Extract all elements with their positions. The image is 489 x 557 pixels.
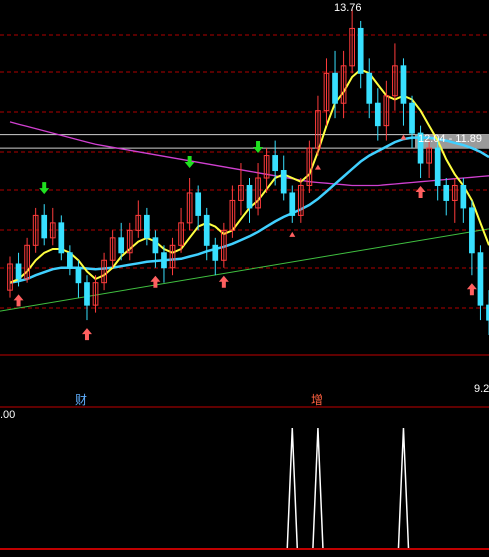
sell-arrow-icon <box>184 156 195 168</box>
stock-chart[interactable]: 13.76 12.04 - 11.89 财 增 9.2 .00 <box>0 0 489 552</box>
candle <box>7 256 13 298</box>
candle-body <box>67 252 73 269</box>
candle-body <box>75 267 82 284</box>
candle <box>58 215 65 261</box>
candle-body <box>409 102 415 134</box>
candle <box>212 237 219 276</box>
candle <box>280 155 287 201</box>
signal-marker <box>314 164 321 170</box>
price-grid <box>0 34 489 550</box>
sell-arrow-icon <box>253 141 264 154</box>
candle-body <box>212 244 219 261</box>
candle <box>169 237 176 276</box>
candle-body <box>357 27 364 74</box>
candle <box>469 200 475 276</box>
candle-body <box>366 72 373 104</box>
candle <box>101 252 107 291</box>
candle-body <box>280 170 287 194</box>
buy-arrow-icon <box>218 275 229 288</box>
candle-body <box>374 102 381 127</box>
signal-marker <box>289 231 296 237</box>
candle <box>434 140 441 201</box>
candle <box>144 207 150 246</box>
candlesticks[interactable] <box>7 8 489 336</box>
candle <box>186 178 193 231</box>
candle <box>383 80 390 141</box>
candle-body <box>15 263 22 280</box>
ma-long-line <box>9 121 489 187</box>
high-price-label: 13.76 <box>334 2 362 14</box>
candle-body <box>84 282 90 306</box>
marker-zeng: 增 <box>311 393 323 407</box>
candle <box>323 58 330 126</box>
candle <box>297 178 304 223</box>
oscillator-panel <box>286 427 410 549</box>
candle <box>92 275 99 313</box>
candle <box>246 178 253 223</box>
oscillator-spike <box>397 427 410 549</box>
buy-arrow-icon <box>81 328 92 341</box>
oscillator-spike <box>286 427 299 549</box>
candle <box>392 43 398 111</box>
candle-body <box>289 192 296 216</box>
candle-body <box>144 214 150 239</box>
candle <box>229 185 236 238</box>
candle-body <box>161 252 167 269</box>
candle <box>49 207 56 246</box>
candle <box>443 178 450 216</box>
candle <box>451 178 458 223</box>
ma-short-line <box>9 68 489 284</box>
candle <box>357 20 364 89</box>
candle-body <box>400 65 407 104</box>
buy-arrow-icon <box>466 283 477 296</box>
candle-body <box>332 72 338 104</box>
candle <box>109 230 116 268</box>
candle <box>374 88 381 141</box>
candle <box>135 200 142 238</box>
candle <box>289 185 296 223</box>
candle <box>366 58 373 119</box>
candle <box>126 222 133 261</box>
candle-body <box>41 214 48 239</box>
candle-body <box>443 184 450 201</box>
candle-body <box>469 207 475 254</box>
candle <box>24 237 30 283</box>
candle <box>161 245 167 283</box>
moving-average-lines <box>9 68 489 284</box>
candle <box>67 245 73 276</box>
candle-body <box>246 184 253 209</box>
trendline <box>0 228 489 312</box>
signal-marker <box>400 134 407 140</box>
buy-arrow-icon <box>13 294 24 307</box>
candle-body <box>118 237 125 254</box>
candle <box>340 50 347 119</box>
buy-arrow-icon <box>415 186 426 198</box>
candle <box>75 260 82 298</box>
candle-body <box>58 222 65 254</box>
candle-body <box>203 214 210 246</box>
sell-arrow-icon <box>39 182 50 195</box>
candle <box>477 245 484 321</box>
range-label: 12.04 - 11.89 <box>418 133 482 145</box>
candle <box>400 58 407 126</box>
candle <box>84 275 90 321</box>
oscillator-spike <box>312 427 324 549</box>
candle <box>238 163 244 216</box>
candle-body <box>195 192 202 216</box>
candle <box>195 185 202 231</box>
marker-cai: 财 <box>75 393 87 407</box>
candle <box>41 204 48 246</box>
candle-body <box>477 252 484 306</box>
chart-svg[interactable]: 13.76 12.04 - 11.89 财 增 9.2 .00 <box>0 0 489 552</box>
candle <box>409 95 415 149</box>
oscillator-axis-value: .00 <box>0 409 15 421</box>
candle-body <box>460 184 467 209</box>
candle-body <box>434 147 441 186</box>
candle <box>349 8 355 74</box>
candle <box>255 163 261 216</box>
axis-value-label: 9.2 <box>474 383 489 395</box>
candle-body <box>152 237 159 254</box>
candle-body <box>272 155 279 172</box>
candle <box>306 140 313 193</box>
